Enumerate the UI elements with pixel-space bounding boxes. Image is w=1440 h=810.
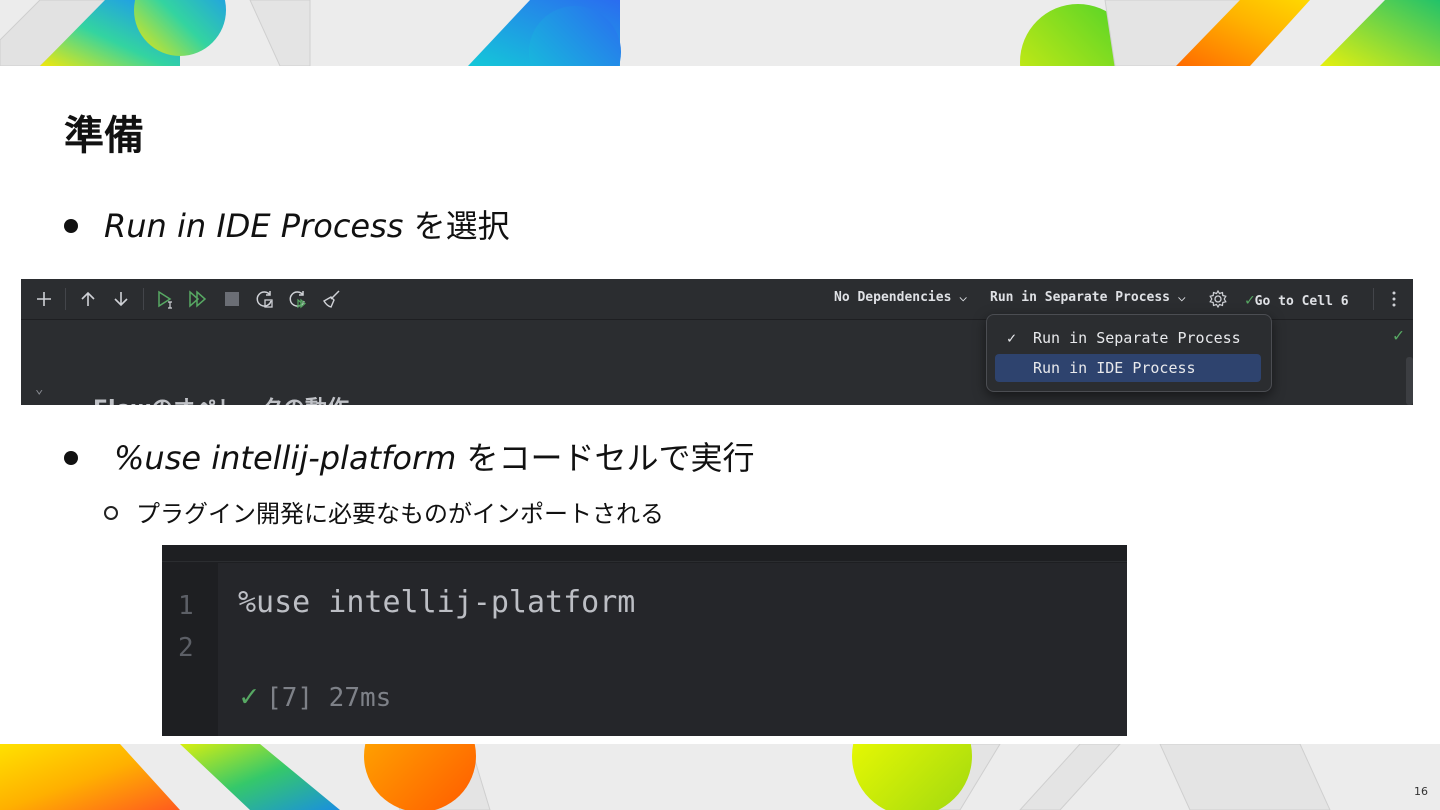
menu-item-label: Run in IDE Process: [1033, 359, 1196, 377]
bullet-italic-text: Run in IDE Process: [104, 207, 404, 245]
arrow-down-icon[interactable]: [110, 288, 132, 310]
dependencies-dropdown[interactable]: No Dependencies ⌵: [834, 290, 967, 305]
top-decor-band: [0, 0, 1440, 66]
bullet-text: を選択: [403, 207, 510, 245]
bullet-dot: [64, 219, 78, 233]
go-to-cell-button[interactable]: ✓Go to Cell 6: [1245, 290, 1349, 309]
divider: [162, 561, 1127, 562]
restart-run-icon[interactable]: [287, 288, 309, 310]
ide-notebook-screenshot: No Dependencies ⌵ Run in Separate Proces…: [21, 279, 1413, 405]
line-number: 1: [178, 591, 194, 621]
line-number: 2: [178, 633, 194, 663]
scrollbar[interactable]: [1406, 357, 1413, 405]
chevron-down-icon: ⌵: [959, 290, 968, 305]
settings-icon[interactable]: [1207, 288, 1229, 310]
dependencies-label: No Dependencies: [834, 290, 952, 305]
run-all-icon[interactable]: [187, 288, 209, 310]
bullet-use-platform: %use intellij-platform をコードセルで実行: [64, 438, 754, 478]
bullet-text: をコードセルで実行: [456, 439, 755, 477]
sub-bullet-text: プラグイン開発に必要なものがインポートされる: [136, 500, 664, 528]
menu-item-label: Run in Separate Process: [1033, 329, 1241, 347]
bottom-decor-band: 16: [0, 744, 1440, 810]
code-line[interactable]: %use intellij-platform: [238, 585, 635, 620]
bullet-dot: [64, 451, 78, 465]
sub-bullet-ring: [104, 506, 118, 520]
go-to-cell-label: Go to Cell 6: [1254, 294, 1349, 309]
arrow-up-icon[interactable]: [77, 288, 99, 310]
execution-status-text: [7] 27ms: [266, 683, 392, 713]
chevron-down-icon: ⌵: [1177, 290, 1186, 305]
code-cell-screenshot: 1 2 %use intellij-platform ✓ [7] 27ms: [162, 545, 1127, 736]
run-mode-dropdown[interactable]: Run in Separate Process ⌵: [990, 290, 1186, 305]
page-number: 16: [1414, 785, 1428, 798]
check-icon: ✓: [240, 679, 259, 714]
sub-bullet: プラグイン開発に必要なものがインポートされる: [104, 496, 664, 532]
slide-title: 準備: [64, 113, 144, 159]
stop-icon[interactable]: [221, 288, 243, 310]
more-vertical-icon[interactable]: [1383, 288, 1405, 310]
bullet-run-in-ide: Run in IDE Process を選択: [64, 206, 510, 246]
run-cell-icon[interactable]: [155, 288, 177, 310]
cell-heading: Flowのオペレータの動作: [93, 391, 349, 405]
run-mode-label: Run in Separate Process: [990, 290, 1171, 305]
run-mode-menu: ✓ Run in Separate Process Run in IDE Pro…: [986, 314, 1272, 392]
menu-item-run-separate[interactable]: ✓ Run in Separate Process: [995, 324, 1261, 352]
restart-icon[interactable]: [254, 288, 276, 310]
bullet-italic-text: %use intellij-platform: [114, 439, 457, 477]
menu-item-run-ide[interactable]: Run in IDE Process: [995, 354, 1261, 382]
cell-check-icon: ✓: [1393, 325, 1404, 346]
add-icon[interactable]: [33, 288, 55, 310]
check-icon: ✓: [1007, 329, 1017, 347]
check-icon: ✓: [1245, 290, 1255, 309]
collapse-chevron-icon[interactable]: ⌄: [35, 381, 43, 397]
execution-status: ✓ [7] 27ms: [240, 679, 391, 714]
clear-outputs-icon[interactable]: [320, 288, 342, 310]
